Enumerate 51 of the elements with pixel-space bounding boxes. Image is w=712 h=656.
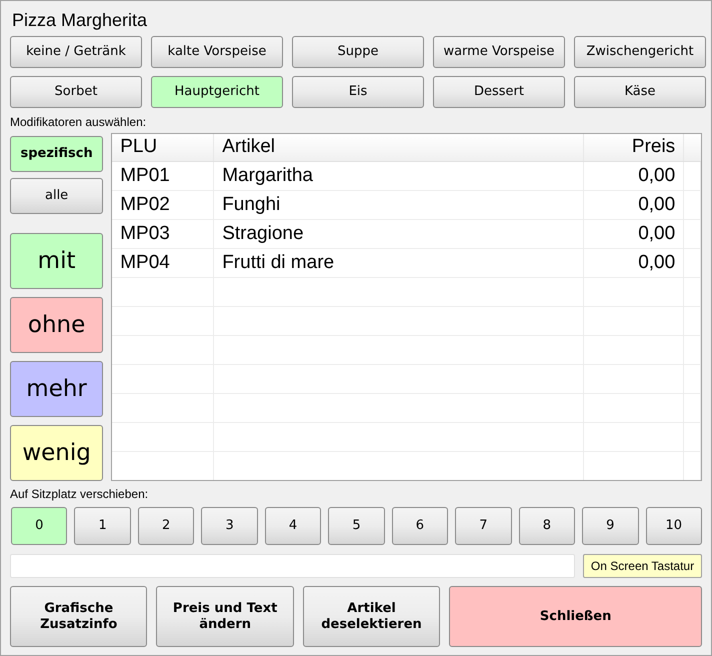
filter-button[interactable]: spezifisch [10, 136, 104, 172]
course-button[interactable]: kalte Vorspeise [151, 36, 283, 68]
table-cell-text: Margaritha [222, 164, 314, 188]
filter-button[interactable]: alle [10, 178, 104, 214]
section-label: Modifikatoren auswählen: [10, 115, 146, 129]
modifier-button[interactable]: mit [10, 233, 104, 289]
text-input-field[interactable] [10, 554, 576, 578]
course-button[interactable]: Sorbet [10, 76, 142, 108]
table-cell-text: 0,00 [638, 250, 676, 275]
table-cell-text: 0,00 [638, 164, 676, 188]
column-header[interactable]: Preis [632, 134, 676, 162]
seat-button[interactable]: 6 [392, 507, 448, 545]
seat-button[interactable]: 9 [582, 507, 639, 545]
course-button[interactable]: keine / Getränk [10, 36, 142, 68]
modifier-button[interactable]: ohne [10, 297, 104, 353]
course-button[interactable]: Käse [574, 76, 706, 108]
table-cell-text: Frutti di mare [222, 250, 334, 275]
table-cell-text: 0,00 [638, 192, 676, 217]
course-button[interactable]: Suppe [292, 36, 424, 68]
keyboard-button[interactable]: On Screen Tastatur [583, 554, 702, 578]
table-cell-text: MP02 [120, 192, 170, 217]
close-button[interactable]: Schließen [449, 586, 702, 647]
seat-button[interactable]: 2 [138, 507, 194, 545]
seat-button[interactable]: 10 [646, 507, 702, 545]
course-button[interactable]: Zwischengericht [574, 36, 706, 68]
seat-button[interactable]: 0 [11, 507, 68, 545]
table-cell-text: MP01 [120, 164, 170, 188]
table-cell-text: Funghi [222, 192, 280, 217]
column-header[interactable]: PLU [120, 134, 158, 162]
modifier-button[interactable]: mehr [10, 361, 104, 417]
course-button[interactable]: Hauptgericht [151, 76, 283, 108]
seat-button[interactable]: 5 [328, 507, 385, 545]
seat-button[interactable]: 1 [74, 507, 131, 545]
action-button[interactable]: Preis und Text ändern [156, 586, 294, 647]
seat-button[interactable]: 7 [455, 507, 512, 545]
action-button[interactable]: Grafische Zusatzinfo [10, 586, 148, 647]
table-cell-text: MP04 [120, 250, 170, 275]
action-button[interactable]: Artikel deselektieren [302, 586, 440, 647]
modifier-button[interactable]: wenig [10, 425, 104, 481]
section-label: Auf Sitzplatz verschieben: [10, 487, 148, 501]
course-button[interactable]: Dessert [433, 76, 565, 108]
course-button[interactable]: warme Vorspeise [433, 36, 565, 68]
column-header[interactable]: Artikel [222, 134, 275, 162]
table-cell-text: Stragione [222, 222, 304, 246]
seat-button[interactable]: 4 [264, 507, 322, 545]
window-title: Pizza Margherita [12, 9, 148, 32]
table-cell-text: 0,00 [638, 222, 676, 246]
table-cell-text: MP03 [120, 222, 170, 246]
seat-button[interactable]: 3 [201, 507, 258, 545]
course-button[interactable]: Eis [292, 76, 424, 108]
seat-button[interactable]: 8 [518, 507, 576, 545]
